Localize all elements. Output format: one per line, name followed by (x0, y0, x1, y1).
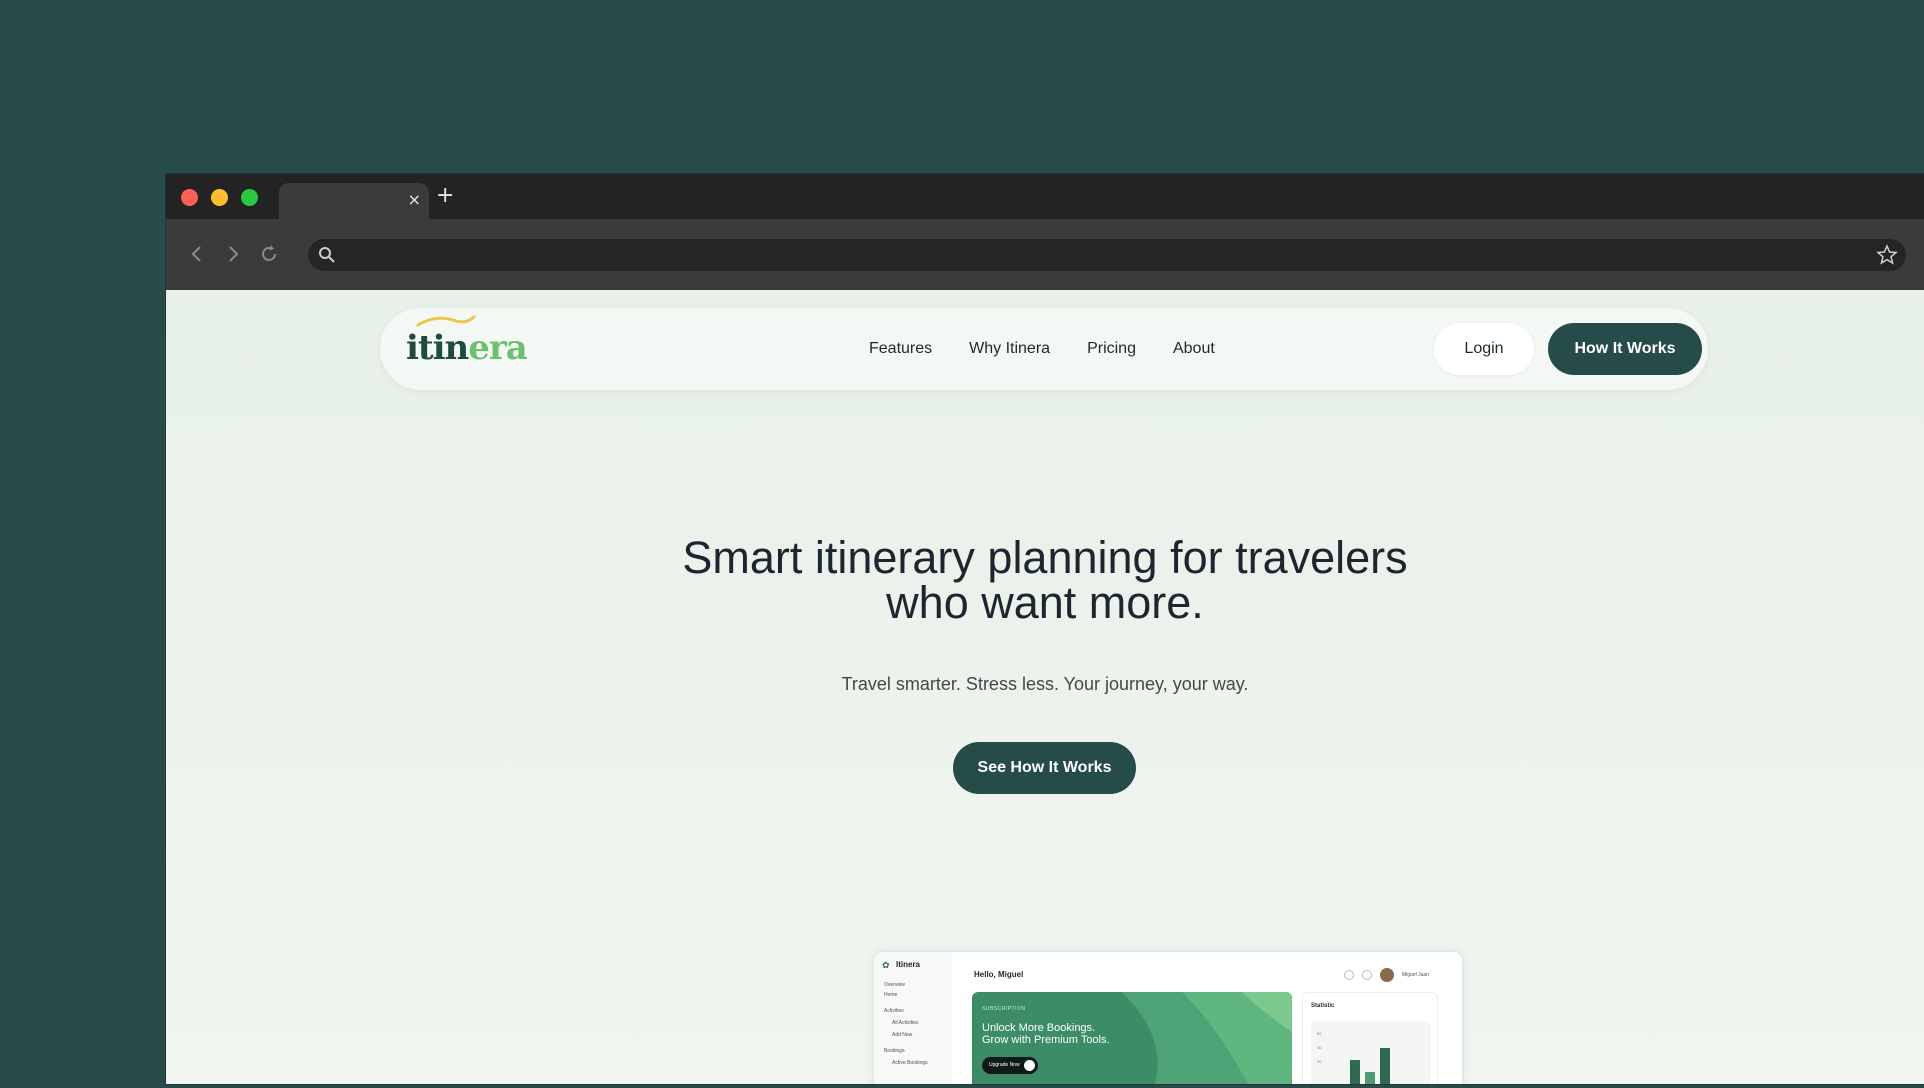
site-navbar: itinera Features Why Itinera Pricing Abo… (380, 308, 1708, 390)
chart-bar (1365, 1072, 1375, 1084)
see-how-it-works-button[interactable]: See How It Works (953, 742, 1136, 794)
statistic-card: Statistic 60 40 20 (1302, 992, 1438, 1084)
preview-nav-item: Bookings (884, 1048, 905, 1054)
banner-line1: Unlock More Bookings. (982, 1022, 1096, 1034)
preview-nav-item: Activities (884, 1008, 904, 1014)
bookmark-star-icon[interactable] (1876, 244, 1898, 271)
hero-subtitle: Travel smarter. Stress less. Your journe… (841, 674, 1249, 694)
mail-icon (1344, 970, 1354, 980)
address-bar[interactable] (308, 239, 1906, 271)
close-window-button[interactable] (181, 189, 198, 206)
upgrade-button: Upgrade Now (982, 1057, 1038, 1074)
chart-tick-label: 20 (1317, 1059, 1322, 1064)
logo-swoosh-icon (416, 315, 476, 327)
subscription-banner: SUBSCRIPTION Unlock More Bookings. Grow … (972, 992, 1292, 1084)
upgrade-label: Upgrade Now (989, 1062, 1020, 1068)
forward-arrow-icon[interactable] (220, 241, 246, 267)
preview-nav-item: Active Bookings (892, 1060, 928, 1066)
chart-tick-label: 60 (1317, 1031, 1322, 1036)
nav-why-itinera[interactable]: Why Itinera (969, 340, 1050, 358)
browser-titlebar: × + (166, 174, 1924, 219)
new-tab-icon[interactable]: + (436, 184, 454, 208)
maximize-window-button[interactable] (241, 189, 258, 206)
chart-tick-label: 40 (1317, 1045, 1322, 1050)
banner-tag: SUBSCRIPTION (982, 1006, 1026, 1012)
hero-title-line2: who want more. (886, 577, 1204, 628)
bar-chart: 60 40 20 (1317, 1031, 1390, 1084)
leaf-icon: ✿ (882, 960, 890, 970)
back-arrow-icon[interactable] (184, 241, 210, 267)
nav-about[interactable]: About (1173, 340, 1215, 358)
browser-tab[interactable]: × (279, 183, 429, 219)
toggle-knob (1023, 1060, 1035, 1071)
browser-window: × + itinera Features Why Itinera Pricing… (166, 174, 1924, 1084)
preview-nav-item: Overview (884, 982, 905, 988)
hero-title-line1: Smart itinerary planning for travelers (682, 532, 1408, 583)
preview-sidebar: ✿ Itinera Overview Home Activities All A… (874, 952, 952, 1084)
tab-close-icon[interactable]: × (408, 191, 421, 209)
chart-bar (1350, 1060, 1360, 1084)
search-icon (318, 246, 336, 269)
nav-features[interactable]: Features (869, 340, 932, 358)
statistic-chart: 60 40 20 (1311, 1021, 1431, 1084)
logo-text-light: era (468, 328, 528, 368)
login-button[interactable]: Login (1434, 323, 1534, 375)
browser-toolbar (166, 219, 1924, 290)
hero-title: Smart itinerary planning for travelers w… (166, 535, 1924, 625)
dashboard-preview: ✿ Itinera Overview Home Activities All A… (873, 951, 1463, 1084)
page-content: itinera Features Why Itinera Pricing Abo… (166, 290, 1924, 1084)
avatar (1380, 968, 1394, 982)
how-it-works-button[interactable]: How It Works (1548, 323, 1702, 375)
main-menu: Features Why Itinera Pricing About (869, 308, 1215, 390)
nav-pricing[interactable]: Pricing (1087, 340, 1136, 358)
bell-icon (1362, 970, 1372, 980)
chart-bar (1380, 1048, 1390, 1084)
preview-greeting: Hello, Miguel (974, 970, 1024, 979)
preview-header-icons: Miguel Juan (1344, 968, 1429, 982)
preview-nav-item: Add New (892, 1032, 913, 1038)
preview-nav-item: Home (884, 992, 898, 998)
preview-nav-item: All Activities (892, 1020, 919, 1026)
logo-text-dark: itin (406, 328, 469, 368)
site-logo[interactable]: itinera (406, 324, 528, 372)
preview-user-name: Miguel Juan (1402, 972, 1429, 978)
minimize-window-button[interactable] (211, 189, 228, 206)
banner-line2: Grow with Premium Tools. (982, 1034, 1110, 1046)
preview-brand: Itinera (896, 960, 921, 969)
statistic-title: Statistic (1311, 1003, 1335, 1009)
reload-icon[interactable] (256, 241, 282, 267)
